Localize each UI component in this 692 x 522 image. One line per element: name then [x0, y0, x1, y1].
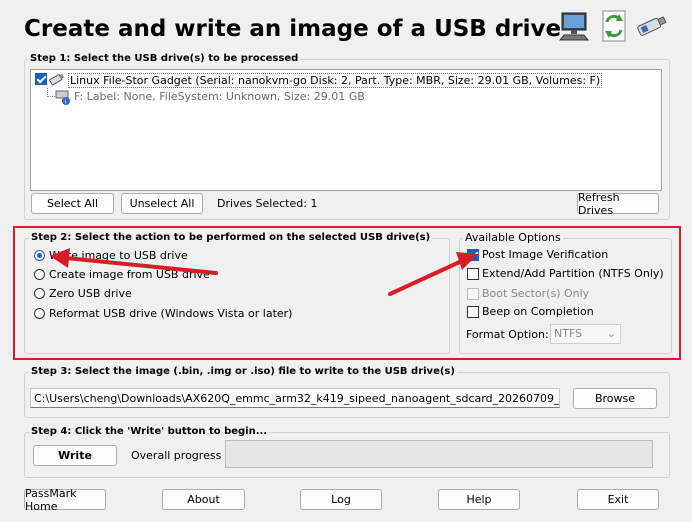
help-button[interactable]: Help	[438, 489, 520, 510]
log-button[interactable]: Log	[300, 489, 382, 510]
write-button[interactable]: Write	[33, 445, 117, 466]
exit-button[interactable]: Exit	[577, 489, 659, 510]
step4-label: Step 4: Click the 'Write' button to begi…	[29, 426, 270, 437]
passmark-home-button[interactable]: PassMark Home	[24, 487, 106, 513]
overall-progress-bar	[225, 440, 653, 468]
step3-label: Step 3: Select the image (.bin, .img or …	[29, 366, 457, 377]
image-path-input[interactable]: C:\Users\cheng\Downloads\AX620Q_emmc_arm…	[30, 388, 560, 408]
about-button[interactable]: About	[162, 489, 245, 510]
overall-progress-label: Overall progress	[131, 449, 222, 462]
browse-button[interactable]: Browse	[573, 388, 657, 409]
